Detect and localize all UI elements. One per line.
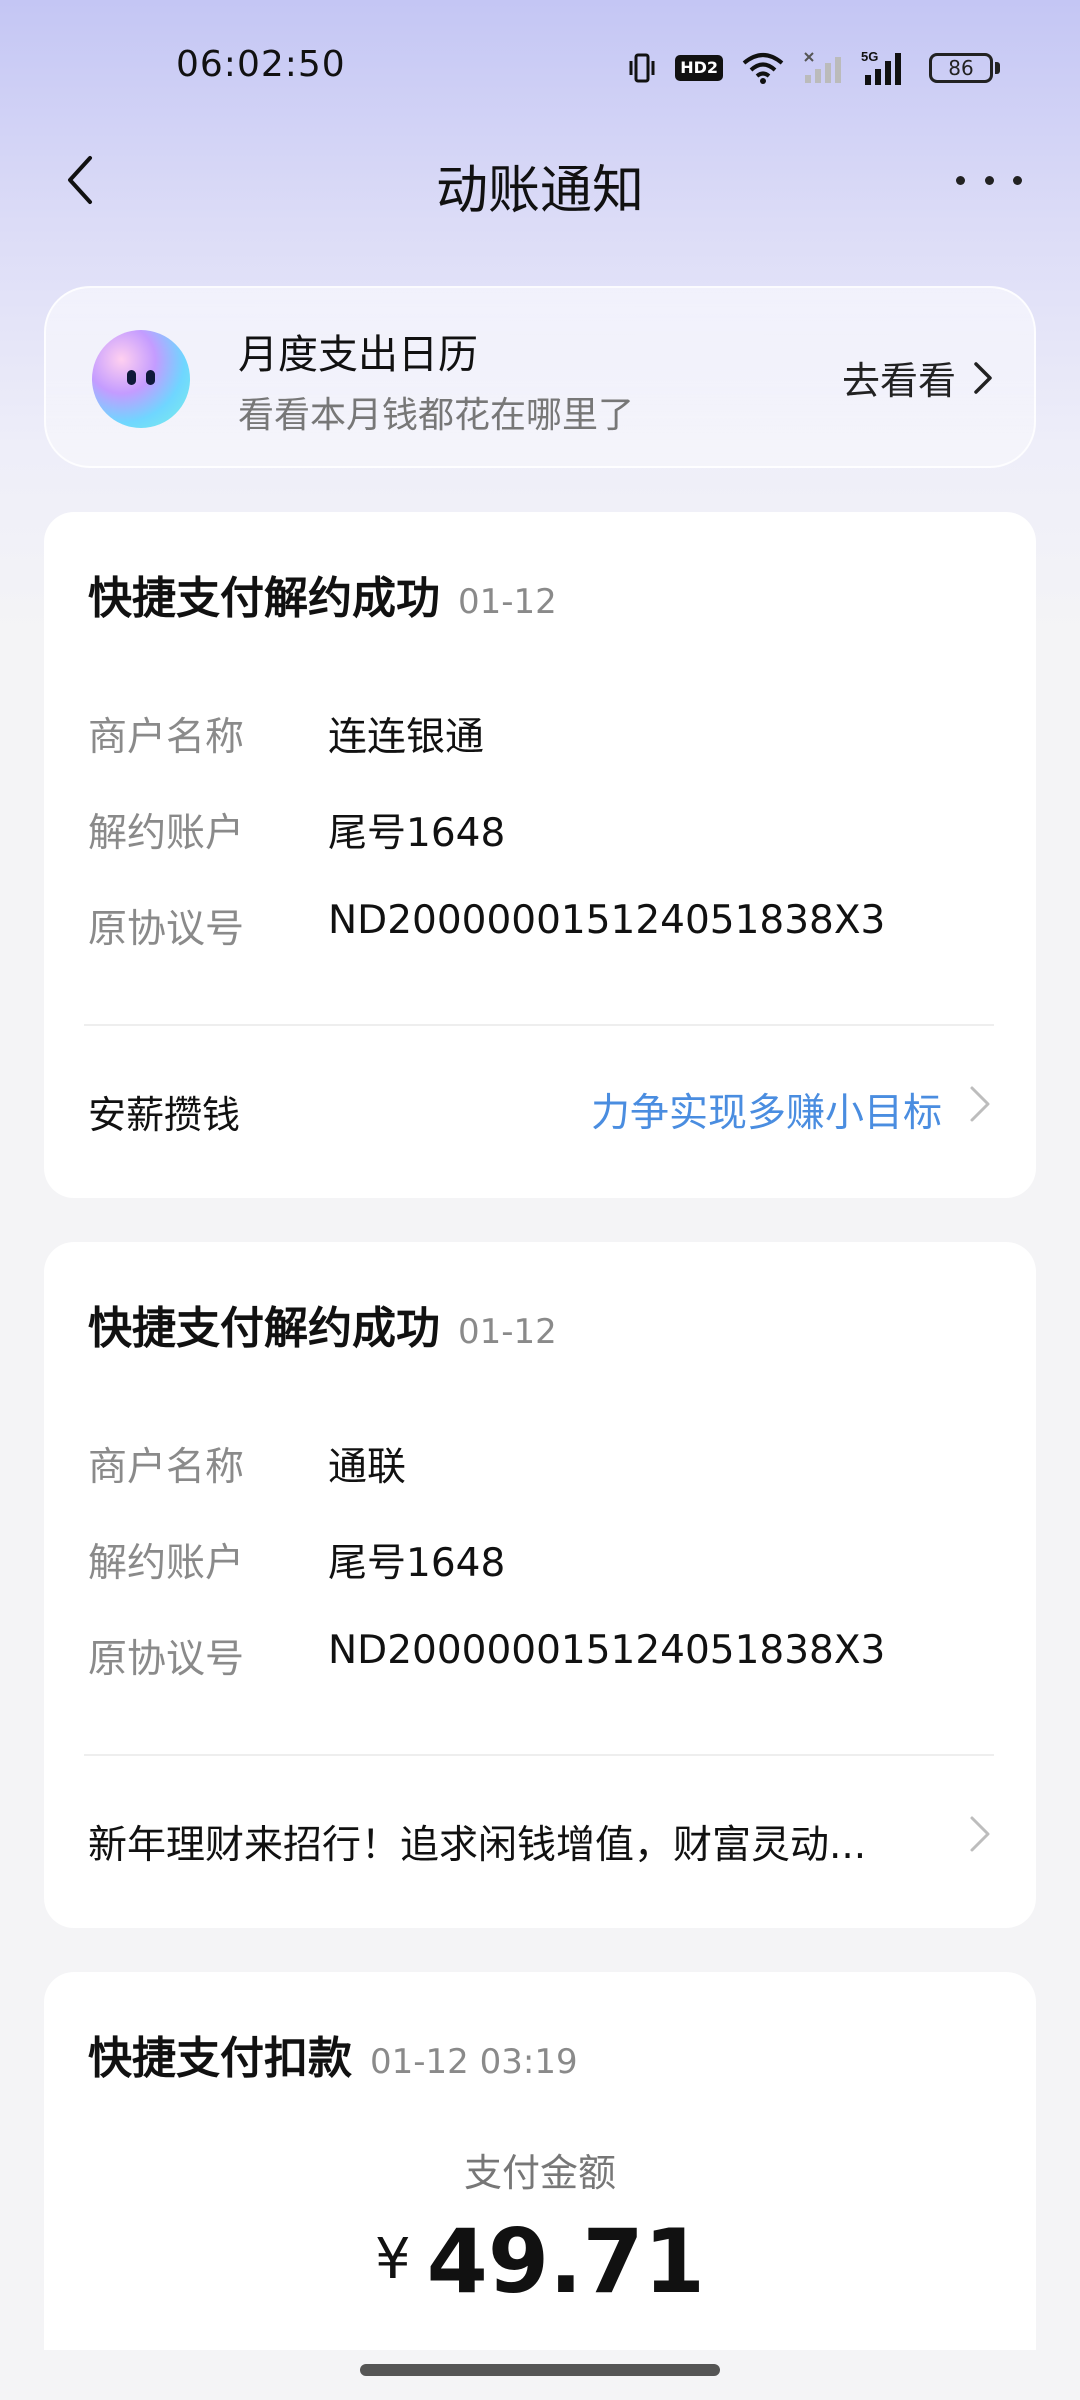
row-value: 通联 [328,1445,407,1490]
battery-icon: 86 [929,53,1000,83]
vibrate-icon [627,51,657,85]
more-dot-icon [984,175,994,185]
card-title: 快捷支付扣款 01-12 03:19 [88,2022,578,2086]
wifi-icon [741,51,785,85]
promo-text[interactable]: 新年理财来招行！追求闲钱增值，财富灵动... [88,1814,968,1870]
account-row: 解约账户 尾号1648 [88,802,505,858]
promo-left-label[interactable]: 安薪攒钱 [88,1084,240,1139]
amount-value: ¥49.71 [44,2210,1036,2313]
banner-title: 月度支出日历 [238,332,478,378]
row-label: 原协议号 [88,907,245,952]
signal-weak-icon [803,51,843,85]
card-date: 01-12 [458,1312,557,1352]
banner-action-label: 去看看 [841,359,956,403]
mascot-avatar-icon [92,330,190,428]
row-value: ND200000015124051838X3 [328,1628,886,1673]
more-options-button[interactable] [956,162,1022,198]
banner-subtitle: 看看本月钱都花在哪里了 [238,395,635,436]
row-label: 商户名称 [88,1445,245,1490]
merchant-row: 商户名称 通联 [88,1436,406,1492]
monthly-spending-banner[interactable]: 月度支出日历 看看本月钱都花在哪里了 去看看 [44,286,1036,468]
chevron-right-icon[interactable] [966,1084,994,1124]
promo-link[interactable]: 力争实现多赚小目标 [591,1082,942,1138]
account-row: 解约账户 尾号1648 [88,1532,505,1588]
status-icons: HD2 5G 86 [627,48,1000,88]
row-label: 原协议号 [88,1637,245,1682]
card-date: 01-12 [458,582,557,622]
row-value: ND200000015124051838X3 [328,898,886,943]
card-title-text: 快捷支付解约成功 [88,573,440,624]
network-label: 5G [861,49,878,64]
row-value: 尾号1648 [328,811,506,856]
card-title: 快捷支付解约成功 01-12 [88,562,557,626]
divider [84,1754,994,1756]
card-title: 快捷支付解约成功 01-12 [88,1292,557,1356]
row-label: 解约账户 [88,1541,245,1586]
chevron-right-icon [974,361,992,394]
nav-bar: 动账通知 [0,130,1080,230]
banner-action-button[interactable]: 去看看 [842,350,994,405]
battery-level: 86 [929,53,993,83]
more-dot-icon [956,175,965,185]
notification-card: 快捷支付解约成功 01-12 商户名称 通联 解约账户 尾号1648 原协议号 N… [44,1242,1036,1928]
row-value: 连连银通 [328,715,485,760]
row-label: 商户名称 [88,715,245,760]
agreement-row: 原协议号 ND200000015124051838X3 [88,898,885,954]
signal-5g-icon: 5G [861,49,911,87]
hd-icon: HD2 [675,55,723,81]
amount-number: 49.71 [426,2210,705,2313]
more-dot-icon [1013,175,1022,185]
chevron-right-icon[interactable] [966,1814,994,1854]
merchant-row: 商户名称 连连银通 [88,706,484,762]
divider [84,1024,994,1026]
card-title-text: 快捷支付扣款 [88,2033,352,2084]
status-bar: 06:02:50 HD2 5G 86 [0,0,1080,130]
card-title-text: 快捷支付解约成功 [88,1303,440,1354]
agreement-row: 原协议号 ND200000015124051838X3 [88,1628,885,1684]
row-label: 解约账户 [88,811,245,856]
payment-card: 快捷支付扣款 01-12 03:19 支付金额 ¥49.71 [44,1972,1036,2400]
notification-card: 快捷支付解约成功 01-12 商户名称 连连银通 解约账户 尾号1648 原协议号… [44,512,1036,1198]
page-title: 动账通知 [435,161,644,221]
home-indicator[interactable] [360,2364,720,2376]
card-date: 01-12 03:19 [370,2042,578,2082]
amount-label: 支付金额 [463,2151,616,2195]
currency-symbol: ¥ [375,2227,411,2292]
status-time: 06:02:50 [176,44,346,85]
row-value: 尾号1648 [328,1541,506,1586]
